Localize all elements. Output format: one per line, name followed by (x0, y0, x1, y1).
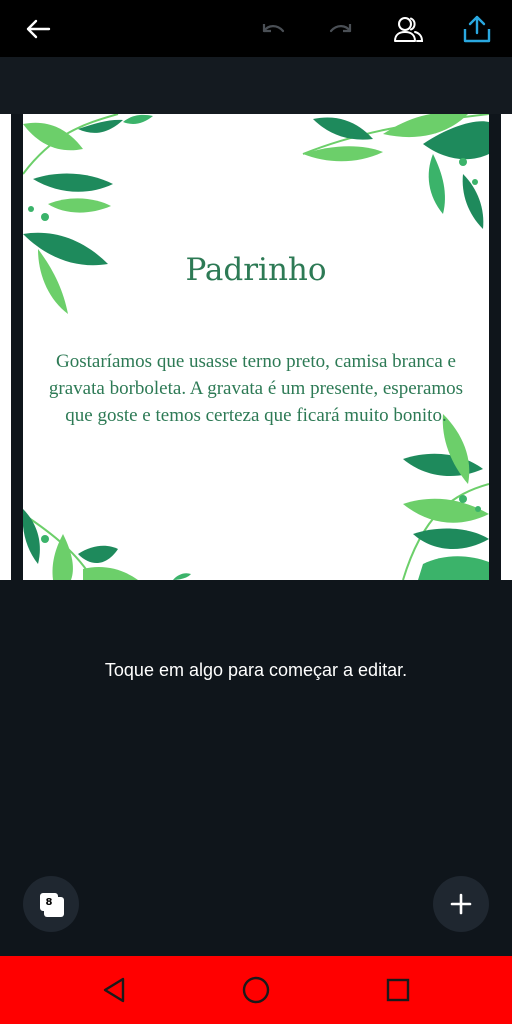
leaf-decoration (23, 114, 489, 580)
pages-stack-icon: 8 (40, 893, 64, 917)
plus-icon (450, 893, 472, 915)
system-back-button[interactable] (94, 970, 134, 1010)
design-page[interactable]: Padrinho Gostaríamos que usasse terno pr… (23, 114, 489, 580)
design-title[interactable]: Padrinho (23, 252, 489, 288)
people-icon (394, 17, 424, 42)
next-page-edge[interactable] (501, 114, 512, 580)
top-toolbar (0, 0, 512, 57)
design-body-text[interactable]: Gostaríamos que usasse terno preto, cami… (39, 348, 473, 429)
redo-button[interactable] (320, 8, 362, 50)
arrow-left-icon (26, 19, 51, 39)
redo-icon (329, 24, 352, 33)
pages-button[interactable]: 8 (23, 876, 79, 932)
triangle-back-icon (103, 977, 125, 1003)
square-recents-icon (386, 978, 410, 1002)
editor-subbar (0, 57, 512, 114)
collaborate-button[interactable] (388, 8, 430, 50)
system-home-button[interactable] (236, 970, 276, 1010)
share-upload-icon (463, 15, 491, 43)
undo-icon (262, 24, 285, 33)
system-recents-button[interactable] (378, 970, 418, 1010)
undo-button[interactable] (252, 8, 294, 50)
editing-hint: Toque em algo para começar a editar. (104, 660, 408, 680)
previous-page-edge[interactable] (0, 114, 11, 580)
back-button[interactable] (17, 8, 59, 50)
circle-home-icon (242, 976, 270, 1004)
share-button[interactable] (456, 8, 498, 50)
page-count: 8 (40, 893, 58, 911)
system-nav-bar (0, 956, 512, 1024)
add-button[interactable] (433, 876, 489, 932)
